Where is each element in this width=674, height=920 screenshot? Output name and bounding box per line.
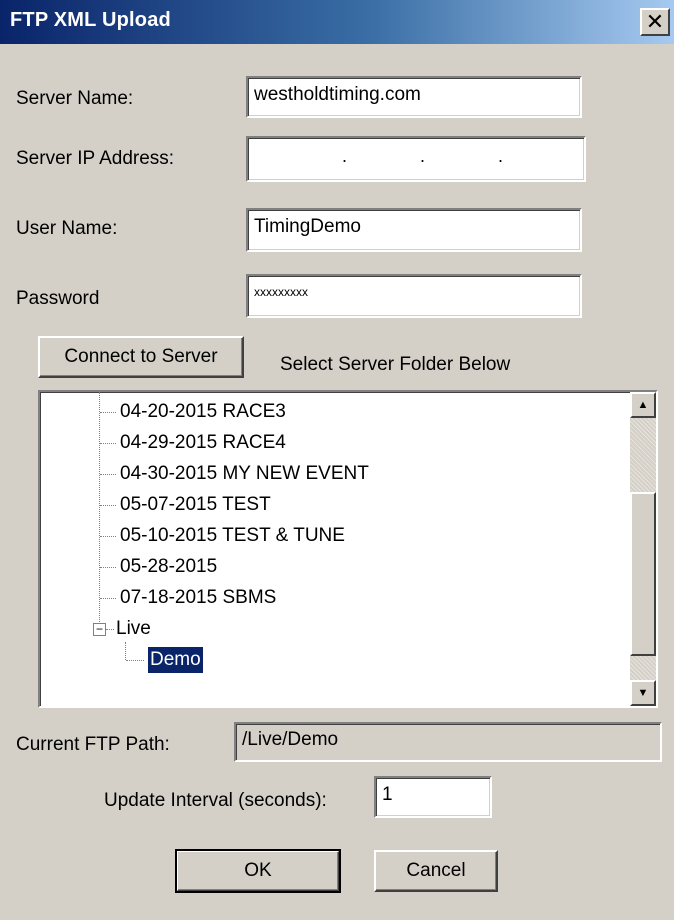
tree-item[interactable]: 04-29-2015 RACE4 xyxy=(120,430,286,456)
ip-separator: . xyxy=(498,146,504,166)
tree-connector xyxy=(126,660,144,661)
user-name-label: User Name: xyxy=(16,218,118,239)
ip-separator: . xyxy=(342,146,348,166)
select-folder-hint: Select Server Folder Below xyxy=(280,354,511,375)
server-name-field[interactable]: westholdtiming.com xyxy=(246,76,582,118)
cancel-button-label: Cancel xyxy=(406,860,466,881)
close-icon: ✕ xyxy=(645,9,665,34)
tree-item-selected[interactable]: Demo xyxy=(147,646,204,674)
tree-connector xyxy=(100,567,116,568)
ip-separator: . xyxy=(420,146,426,166)
server-name-value: westholdtiming.com xyxy=(254,84,421,105)
tree-item[interactable]: 04-20-2015 RACE3 xyxy=(120,399,286,425)
tree-item[interactable]: 07-18-2015 SBMS xyxy=(120,585,276,611)
server-folder-tree[interactable]: 04-20-2015 RACE3 04-29-2015 RACE4 04-30-… xyxy=(38,390,658,708)
tree-connector xyxy=(106,629,114,630)
tree-connector xyxy=(100,412,116,413)
user-name-field[interactable]: TimingDemo xyxy=(246,208,582,252)
ok-button[interactable]: OK xyxy=(175,849,341,893)
scroll-up-button[interactable]: ▲ xyxy=(630,392,656,418)
current-path-value: /Live/Demo xyxy=(242,729,339,750)
update-interval-label: Update Interval (seconds): xyxy=(104,790,327,811)
tree-connector xyxy=(100,598,116,599)
title-bar[interactable]: FTP XML Upload ✕ xyxy=(0,0,674,44)
current-path-field: /Live/Demo xyxy=(234,722,662,762)
triangle-down-icon: ▼ xyxy=(637,686,649,699)
update-interval-field[interactable]: 1 xyxy=(374,776,492,818)
tree-scrollbar[interactable]: ▲ ▼ xyxy=(630,392,656,706)
tree-item[interactable]: 05-10-2015 TEST & TUNE xyxy=(120,523,345,549)
current-path-label: Current FTP Path: xyxy=(16,734,170,755)
tree-folder-live[interactable]: Live xyxy=(116,616,151,642)
update-interval-value: 1 xyxy=(382,784,393,805)
server-name-label: Server Name: xyxy=(16,88,134,109)
window-title: FTP XML Upload xyxy=(10,9,171,31)
ok-button-label: OK xyxy=(244,860,272,881)
tree-item[interactable]: 04-30-2015 MY NEW EVENT xyxy=(120,461,369,487)
tree-item[interactable]: 05-28-2015 xyxy=(120,554,217,580)
tree-connector xyxy=(125,642,126,660)
tree-connector xyxy=(100,443,116,444)
password-value: xxxxxxxxx xyxy=(254,285,308,299)
password-field[interactable]: xxxxxxxxx xyxy=(246,274,582,318)
triangle-up-icon: ▲ xyxy=(637,398,649,411)
close-button[interactable]: ✕ xyxy=(640,8,670,36)
password-label: Password xyxy=(16,288,100,309)
scroll-down-button[interactable]: ▼ xyxy=(630,680,656,706)
tree-connector xyxy=(100,474,116,475)
tree-connector xyxy=(99,392,100,628)
scroll-thumb[interactable] xyxy=(630,492,656,656)
tree-connector xyxy=(100,536,116,537)
tree-item[interactable]: 05-07-2015 TEST xyxy=(120,492,271,518)
server-ip-field[interactable]: . . . xyxy=(246,136,586,182)
collapse-icon[interactable]: − xyxy=(93,623,106,636)
connect-button-label: Connect to Server xyxy=(64,346,218,367)
connect-to-server-button[interactable]: Connect to Server xyxy=(38,336,244,378)
user-name-value: TimingDemo xyxy=(254,216,361,237)
cancel-button[interactable]: Cancel xyxy=(374,850,498,892)
server-ip-label: Server IP Address: xyxy=(16,148,175,169)
tree-connector xyxy=(100,505,116,506)
